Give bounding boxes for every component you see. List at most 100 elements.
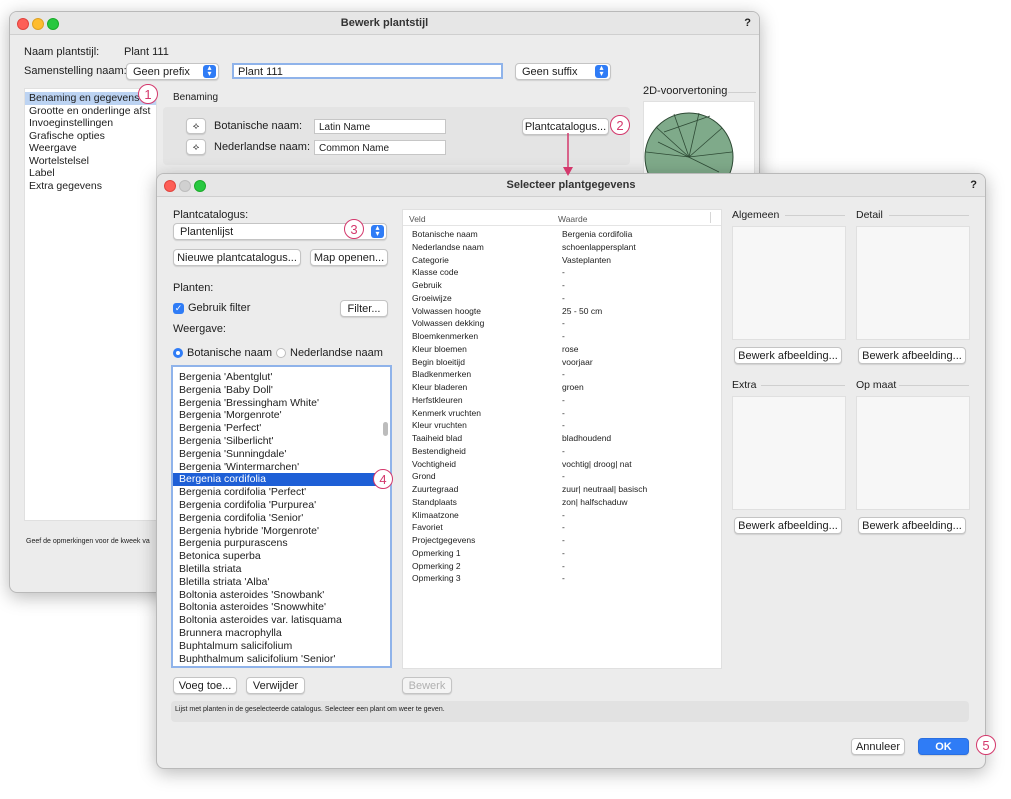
list-scrollbar[interactable] xyxy=(383,422,388,436)
list-item[interactable]: Bergenia 'Sunningdale' xyxy=(173,448,390,461)
table-cell-value: rose xyxy=(562,343,579,354)
use-filter-label: Gebruik filter xyxy=(188,302,251,314)
sidebar-item[interactable]: Weergave xyxy=(25,142,156,155)
table-cell-field: Opmerking 2 xyxy=(412,560,461,571)
table-cell-value: - xyxy=(562,394,565,405)
remove-button[interactable]: Verwijder xyxy=(246,677,305,694)
add-button[interactable]: Voeg toe... xyxy=(173,677,237,694)
table-cell-field: Herfstkleuren xyxy=(412,394,463,405)
table-row: Kenmerk vruchten - xyxy=(403,408,713,421)
sidebar-item[interactable]: Label xyxy=(25,167,156,180)
plant-list[interactable]: Bergenia 'Abentglut' Bergenia 'Baby Doll'… xyxy=(171,365,392,668)
zoom-dialog-button[interactable] xyxy=(194,180,206,192)
table-cell-value: - xyxy=(562,560,565,571)
hint-box: Geef de opmerkingen voor de kweek va xyxy=(24,530,155,560)
new-catalog-button[interactable]: Nieuwe plantcatalogus... xyxy=(173,249,301,266)
general-divider xyxy=(785,215,845,216)
list-item[interactable]: Bergenia 'Bressingham White' xyxy=(173,397,390,410)
status-text: Lijst met planten in de geselecteerde ca… xyxy=(175,706,445,713)
radio-botanical[interactable] xyxy=(173,348,183,358)
table-cell-value: - xyxy=(562,280,565,290)
edit-custom-image-button[interactable]: Bewerk afbeelding... xyxy=(858,517,966,534)
list-item[interactable]: Bergenia purpurascens xyxy=(173,537,390,550)
list-item[interactable]: Betonica superba xyxy=(173,550,390,563)
list-item[interactable]: Bergenia 'Abentglut' xyxy=(173,371,390,384)
table-row: Herfstkleuren - xyxy=(403,395,713,408)
common-field[interactable]: Common Name xyxy=(314,140,446,155)
table-cell-field: Volwassen hoogte xyxy=(412,305,481,316)
list-item[interactable]: Bergenia 'Wintermarchen' xyxy=(173,461,390,474)
eyedropper-icon: ⟡ xyxy=(192,142,200,153)
table-row: Categorie Vasteplanten xyxy=(403,255,713,268)
callout-4: 4 xyxy=(373,469,393,489)
close-dialog-button[interactable] xyxy=(164,180,176,192)
table-cell-value: Bergenia cordifolia xyxy=(562,229,633,239)
callout-3: 3 xyxy=(344,219,364,239)
common-pick-button[interactable]: ⟡ xyxy=(186,139,206,155)
edit-extra-image-button[interactable]: Bewerk afbeelding... xyxy=(734,517,842,534)
table-cell-field: Kleur bladeren xyxy=(412,382,468,392)
table-cell-field: Zuurtegraad xyxy=(412,484,459,494)
list-item[interactable]: Buphtalmum salicifolium xyxy=(173,640,390,653)
naming-section-title: Benaming xyxy=(173,92,219,103)
table-row: Opmerking 2 - xyxy=(403,561,713,574)
dialog-help-button[interactable]: ? xyxy=(970,174,977,196)
list-item[interactable]: Bergenia 'Perfect' xyxy=(173,422,390,435)
table-cell-value: - xyxy=(562,573,565,584)
zoom-window-button[interactable] xyxy=(47,18,59,30)
status-bar: Lijst met planten in de geselecteerde ca… xyxy=(171,701,969,722)
cancel-button[interactable]: Annuleer xyxy=(851,738,905,755)
list-item[interactable]: Bergenia cordifolia 'Perfect' xyxy=(173,486,390,499)
custom-image-box xyxy=(856,396,970,510)
select-plant-data-dialog: Selecteer plantgegevens ? Plantcatalogus… xyxy=(156,173,986,769)
table-row: Zuurtegraad zuur| neutraal| basisch xyxy=(403,484,713,497)
sidebar-item[interactable]: Grafische opties xyxy=(25,130,156,143)
table-cell-value: 25 - 50 cm xyxy=(562,305,603,316)
minimize-window-button[interactable] xyxy=(32,18,44,30)
botanical-pick-button[interactable]: ⟡ xyxy=(186,118,206,134)
table-cell-value: - xyxy=(562,535,565,545)
close-window-button[interactable] xyxy=(17,18,29,30)
list-item[interactable]: Brunnera macrophylla xyxy=(173,627,390,640)
list-item[interactable]: Boltonia asteroides 'Snowbank' xyxy=(173,589,390,602)
list-item[interactable]: Boltonia asteroides var. latisquama xyxy=(173,614,390,627)
filter-button[interactable]: Filter... xyxy=(340,300,388,317)
composition-label: Samenstelling naam: xyxy=(24,65,127,77)
radio-botanical-label: Botanische naam xyxy=(187,347,272,359)
list-item[interactable]: Bergenia hybride 'Morgenrote' xyxy=(173,525,390,538)
open-folder-button[interactable]: Map openen... xyxy=(310,249,388,266)
use-filter-checkbox[interactable]: ✓ xyxy=(173,303,184,314)
botanical-field[interactable]: Latin Name xyxy=(314,119,446,134)
table-cell-value: - xyxy=(562,420,565,431)
edit-button: Bewerk xyxy=(402,677,452,694)
suffix-select[interactable]: Geen suffix ▴ ▾ xyxy=(515,63,611,80)
edit-detail-image-button[interactable]: Bewerk afbeelding... xyxy=(858,347,966,364)
table-cell-value: - xyxy=(562,471,565,482)
preview-box xyxy=(643,101,755,202)
help-button[interactable]: ? xyxy=(744,12,751,34)
list-item[interactable]: Bergenia 'Silberlicht' xyxy=(173,435,390,448)
sidebar-item[interactable]: Grootte en onderlinge afst xyxy=(25,105,156,118)
table-row: Opmerking 1 - xyxy=(403,548,713,561)
sidebar-item[interactable]: Extra gegevens xyxy=(25,180,156,193)
ok-button[interactable]: OK xyxy=(918,738,969,755)
list-item[interactable]: Boltonia asteroides 'Snowwhite' xyxy=(173,601,390,614)
detail-divider xyxy=(889,215,969,216)
list-item[interactable]: Buphthalmum salicifolium 'Senior' xyxy=(173,653,390,666)
prefix-select[interactable]: Geen prefix ▴ ▾ xyxy=(126,63,219,80)
style-name-field[interactable]: Plant 111 xyxy=(232,63,503,79)
list-item[interactable]: Bergenia 'Morgenrote' xyxy=(173,409,390,422)
list-item[interactable]: Bergenia cordifolia 'Purpurea' xyxy=(173,499,390,512)
edit-general-image-button[interactable]: Bewerk afbeelding... xyxy=(734,347,842,364)
botanical-label: Botanische naam: xyxy=(214,120,303,132)
table-cell-field: Kleur vruchten xyxy=(412,420,467,431)
list-item[interactable]: Bergenia cordifolia 'Senior' xyxy=(173,512,390,525)
list-item[interactable]: Bletilla striata 'Alba' xyxy=(173,576,390,589)
list-item[interactable]: Bletilla striata xyxy=(173,563,390,576)
list-item[interactable]: Bergenia cordifolia xyxy=(173,473,390,487)
list-item[interactable]: Bergenia 'Baby Doll' xyxy=(173,384,390,397)
radio-common[interactable] xyxy=(276,348,286,358)
sidebar-item[interactable]: Benaming en gegevens xyxy=(25,92,156,105)
sidebar-item[interactable]: Invoeginstellingen xyxy=(25,117,156,130)
sidebar-item[interactable]: Wortelstelsel xyxy=(25,155,156,168)
